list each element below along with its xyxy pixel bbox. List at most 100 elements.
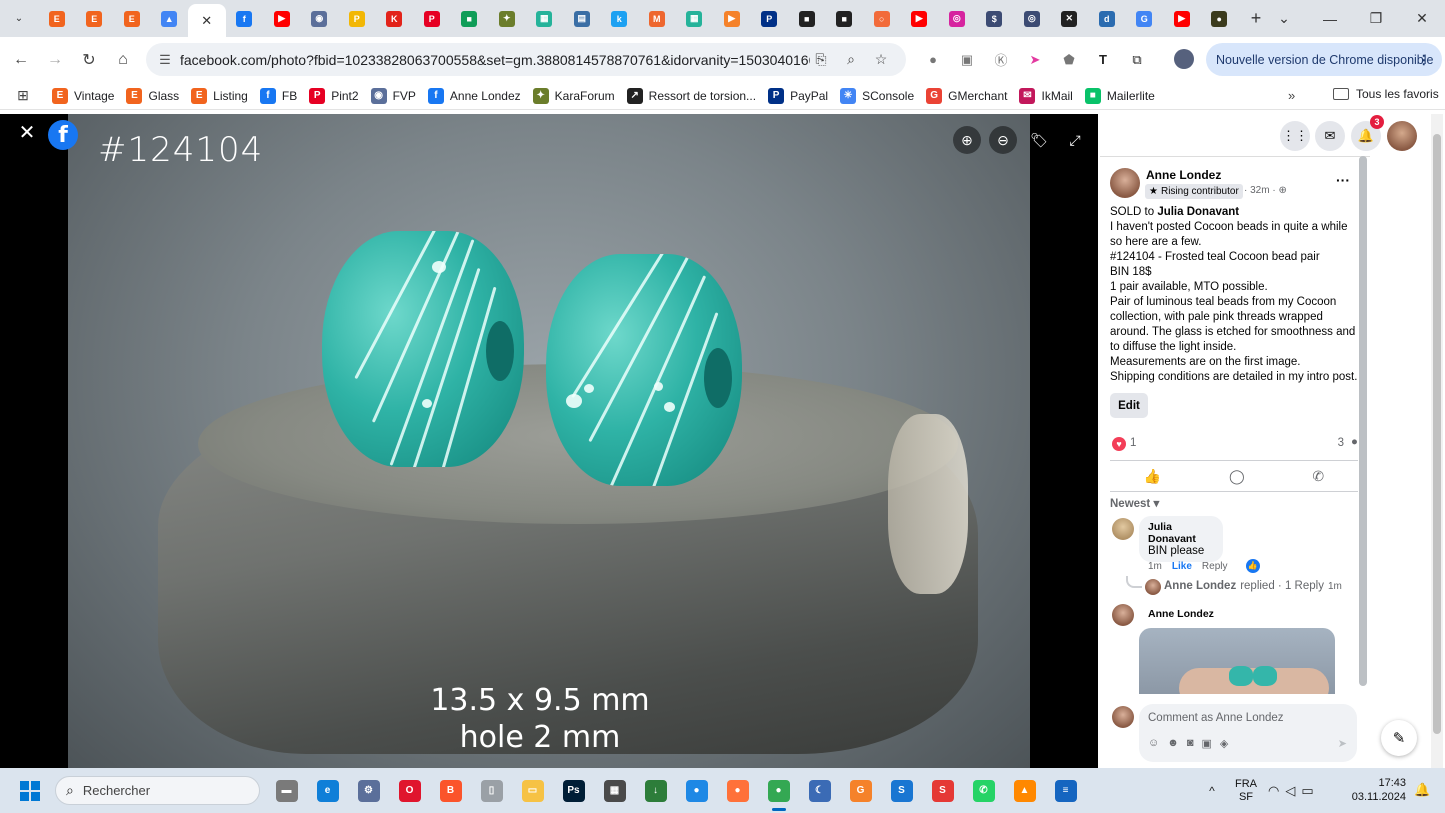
browser-tab[interactable]: ▶	[713, 4, 751, 34]
browser-tab[interactable]: ▦	[676, 4, 714, 34]
apps-grid-icon[interactable]: ⊞	[6, 87, 40, 104]
gif-icon[interactable]: ▣	[1201, 737, 1211, 750]
taskbar-app[interactable]: e	[307, 768, 348, 813]
avatar-sticker-icon[interactable]: ☺	[1148, 737, 1159, 750]
taskbar-app[interactable]: ●	[758, 768, 799, 813]
send-icon[interactable]: ➤	[1338, 737, 1347, 750]
commenter-avatar[interactable]	[1112, 604, 1134, 626]
tab-search-chevron-icon[interactable]: ⌄	[6, 6, 32, 32]
taskbar-app[interactable]: ▭	[512, 768, 553, 813]
browser-tab[interactable]: E	[113, 4, 151, 34]
taskbar-clock[interactable]: 17:43 03.11.2024	[1346, 776, 1406, 804]
taskbar-app[interactable]: ☾	[799, 768, 840, 813]
extension-k-icon[interactable]: Ⓚ	[984, 50, 1018, 69]
taskbar-app[interactable]: ▬	[266, 768, 307, 813]
taskbar-app[interactable]: B	[430, 768, 471, 813]
browser-tab[interactable]: G	[1126, 4, 1164, 34]
bookmark-item[interactable]: E Glass	[126, 87, 179, 104]
commenter-name[interactable]: Anne Londez	[1148, 608, 1214, 620]
taskbar-app[interactable]: ▲	[1004, 768, 1045, 813]
browser-tab[interactable]: ◉	[301, 4, 339, 34]
extension-mask-icon[interactable]: ●	[916, 52, 950, 67]
taskbar-app[interactable]: ●	[717, 768, 758, 813]
wifi-icon[interactable]: ◠	[1268, 783, 1279, 799]
browser-tab[interactable]: K	[376, 4, 414, 34]
comment-reply-button[interactable]: Reply	[1202, 561, 1228, 572]
composer-placeholder[interactable]: Comment as Anne Londez	[1148, 712, 1284, 724]
more-bookmarks-chevron-icon[interactable]: »	[1288, 88, 1295, 103]
commenter-name[interactable]: Julia Donavant	[1148, 521, 1214, 545]
sold-to-name[interactable]: Julia Donavant	[1157, 206, 1239, 218]
browser-tab[interactable]: ✕	[188, 4, 226, 37]
taskbar-app[interactable]: ✆	[963, 768, 1004, 813]
chevron-down-icon[interactable]: ⌄	[1261, 0, 1307, 37]
browser-tab[interactable]: ○	[863, 4, 901, 34]
post-author-name[interactable]: Anne Londez	[1146, 168, 1221, 182]
address-bar[interactable]: ☰ facebook.com/photo?fbid=10233828063700…	[146, 43, 906, 76]
account-avatar[interactable]	[1387, 121, 1417, 151]
new-message-icon[interactable]: ✎	[1381, 720, 1417, 756]
bookmark-item[interactable]: ◉ FVP	[370, 87, 416, 104]
post-options-dots-icon[interactable]: ···	[1336, 172, 1350, 188]
bookmark-item[interactable]: ■ Mailerlite	[1084, 87, 1155, 104]
extension-arrow-icon[interactable]: ➤	[1018, 52, 1052, 68]
extension-text-icon[interactable]: T	[1086, 52, 1120, 67]
battery-icon[interactable]: ▭	[1301, 783, 1313, 799]
notification-bell-icon[interactable]: 🔔	[1414, 782, 1430, 798]
browser-tab[interactable]: ◎	[938, 4, 976, 34]
reaction-count[interactable]: 1	[1130, 437, 1136, 449]
browser-tab[interactable]: ▤	[563, 4, 601, 34]
taskbar-app[interactable]: ●	[676, 768, 717, 813]
facebook-logo-icon[interactable]: f	[48, 120, 78, 150]
tray-chevron-up-icon[interactable]: ^	[1200, 784, 1224, 798]
volume-icon[interactable]: ◁	[1285, 783, 1295, 799]
close-icon[interactable]: ✕	[201, 13, 212, 29]
bookmark-item[interactable]: E Listing	[191, 87, 248, 104]
forward-arrow-icon[interactable]: →	[38, 43, 72, 77]
sticker-icon[interactable]: ◈	[1220, 737, 1228, 750]
bookmark-item[interactable]: ✳ SConsole	[840, 87, 914, 104]
extension-shield-icon[interactable]: ⬟	[1052, 52, 1086, 68]
commenter-avatar[interactable]	[1112, 518, 1134, 540]
bookmark-item[interactable]: E Vintage	[52, 87, 114, 104]
close-window-icon[interactable]: ✕	[1399, 0, 1445, 37]
whatsapp-share-icon[interactable]: ✆	[1312, 468, 1324, 485]
browser-tab[interactable]: ■	[451, 4, 489, 34]
comment-time[interactable]: 1m	[1148, 561, 1162, 572]
bookmark-item[interactable]: P Pint2	[309, 87, 359, 104]
bookmark-item[interactable]: f FB	[259, 87, 297, 104]
browser-tab[interactable]: ✦	[488, 4, 526, 34]
bookmark-item[interactable]: ↗ Ressort de torsion...	[626, 87, 756, 104]
browser-tab[interactable]: ▶	[263, 4, 301, 34]
all-bookmarks[interactable]: Tous les favoris	[1333, 87, 1439, 101]
extension-code-icon[interactable]: ▣	[950, 52, 984, 68]
browser-tab[interactable]: P	[751, 4, 789, 34]
bookmark-star-icon[interactable]: ☆	[866, 51, 896, 68]
page-scrollbar[interactable]	[1431, 114, 1443, 768]
menu-grid-icon[interactable]: ⋮⋮	[1280, 121, 1310, 151]
chrome-update-button[interactable]: Nouvelle version de Chrome disponible ⋮	[1206, 43, 1442, 76]
zoom-out-icon[interactable]: ⊖	[989, 126, 1017, 154]
taskbar-app[interactable]: ⚙	[348, 768, 389, 813]
bookmark-item[interactable]: P PayPal	[768, 87, 828, 104]
comment-photo[interactable]	[1139, 628, 1335, 694]
language-indicator[interactable]: FRA SF	[1224, 778, 1268, 804]
bookmark-item[interactable]: ✦ KaraForum	[532, 87, 615, 104]
taskbar-app[interactable]: ≡	[1045, 768, 1086, 813]
install-app-icon[interactable]: ⎘	[806, 51, 836, 68]
url-text[interactable]: facebook.com/photo?fbid=1023382806370055…	[180, 52, 810, 68]
taskbar-app[interactable]: ▦	[594, 768, 635, 813]
minimize-icon[interactable]: —	[1307, 0, 1353, 37]
tag-icon[interactable]: 🏷	[1025, 126, 1053, 154]
chrome-profile-avatar[interactable]	[1174, 49, 1194, 69]
back-arrow-icon[interactable]: ←	[4, 43, 38, 77]
messenger-icon[interactable]: ✉	[1315, 121, 1345, 151]
browser-tab[interactable]: E	[38, 4, 76, 34]
like-thumb-icon[interactable]: 👍	[1144, 468, 1161, 485]
browser-tab[interactable]: k	[601, 4, 639, 34]
extensions-puzzle-icon[interactable]: ⧉	[1120, 52, 1154, 68]
taskbar-app[interactable]: ▯	[471, 768, 512, 813]
browser-tab[interactable]: ●	[1201, 4, 1239, 34]
comment-sort[interactable]: Newest ▾	[1110, 496, 1159, 510]
browser-tab[interactable]: ▶	[1163, 4, 1201, 34]
